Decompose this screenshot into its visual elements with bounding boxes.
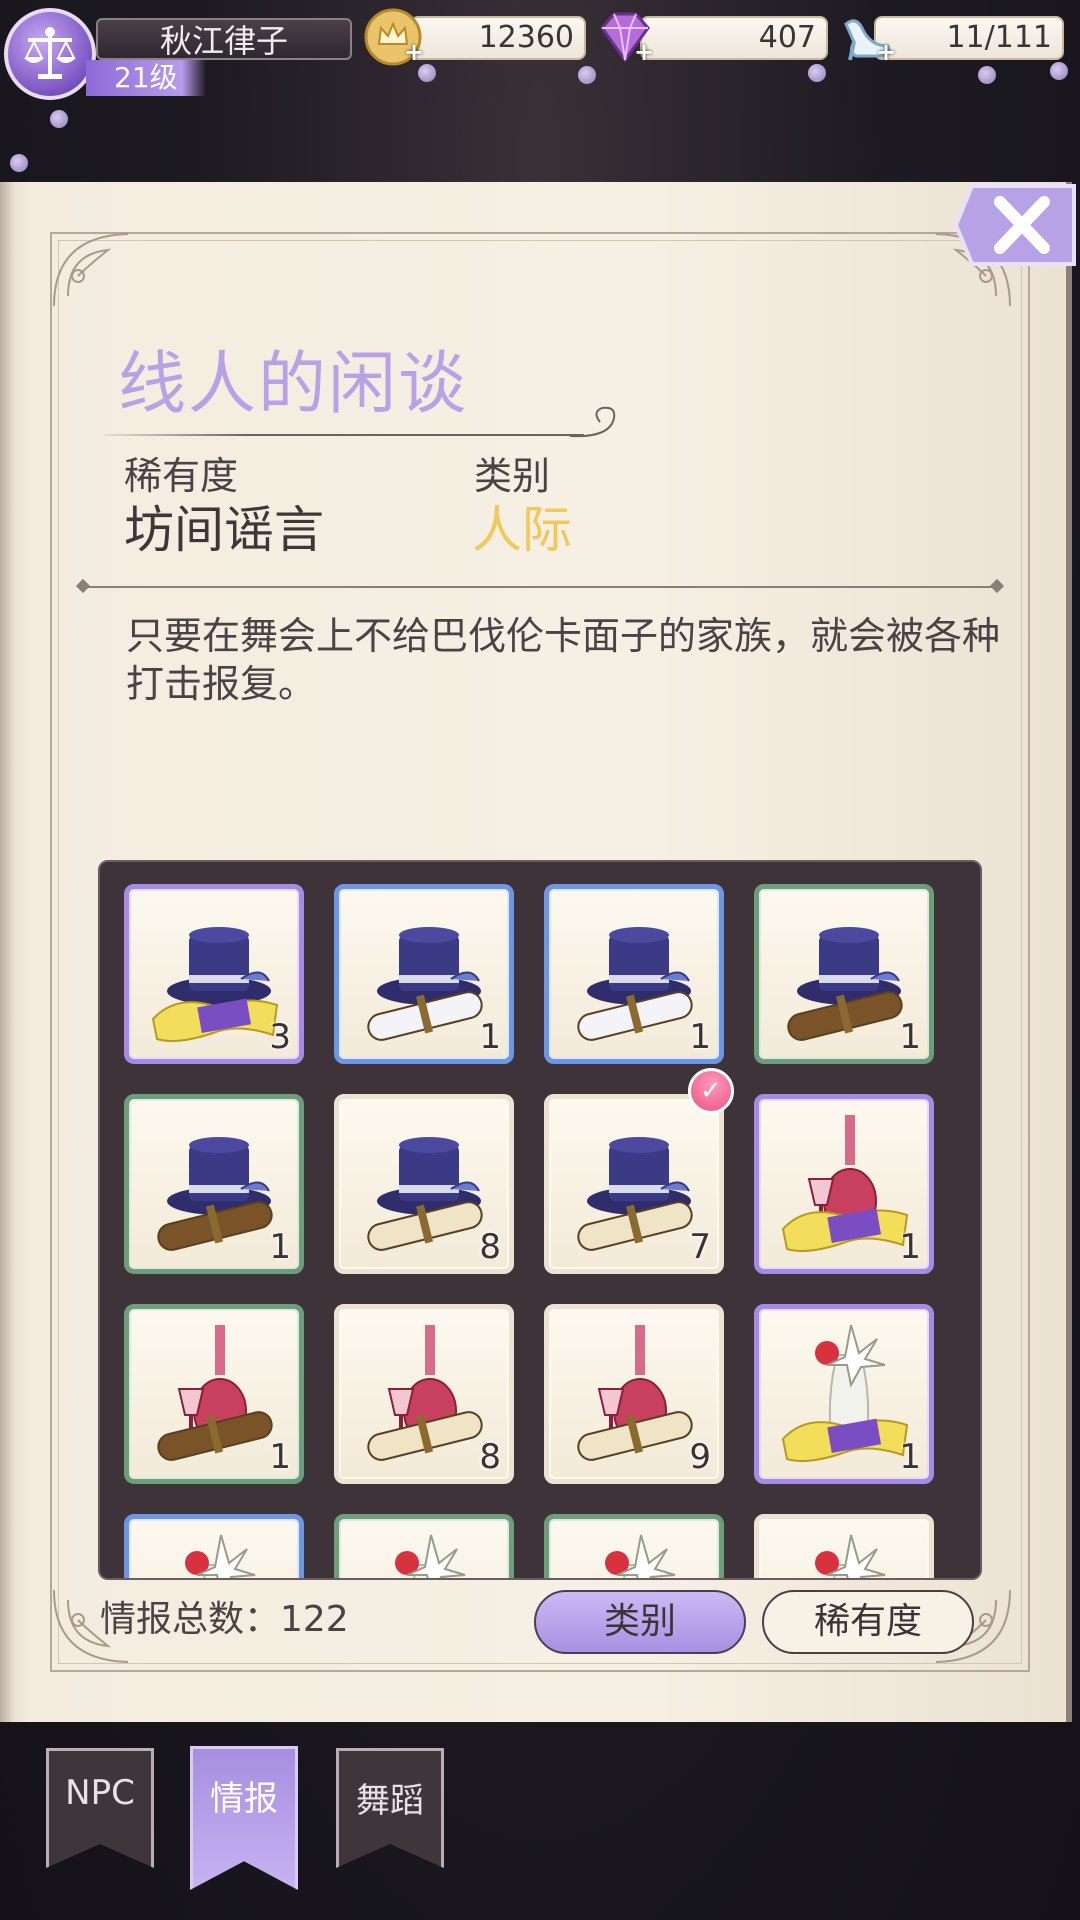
item-description: 只要在舞会上不给巴伐伦卡面子的家族，就会被各种打击报复。	[126, 614, 1001, 706]
rose-ornament	[808, 64, 826, 82]
player-level: 21级	[86, 60, 206, 96]
add-gold-icon[interactable]: +	[404, 38, 424, 66]
add-stamina-icon[interactable]: +	[876, 38, 896, 66]
category-value: 人际	[472, 501, 572, 559]
intel-item-cell[interactable]: 1	[754, 1094, 934, 1274]
top-status-bar: 秋江律子 21级 12360 + 407 + 11/111 +	[0, 0, 1080, 180]
rose-ornament	[578, 66, 596, 84]
flower-vase-icon	[185, 1534, 256, 1578]
item-quantity: 1	[899, 1437, 921, 1477]
flower-vase-icon	[605, 1534, 676, 1578]
intel-item-cell[interactable]: 8	[334, 1304, 514, 1484]
rarity-label: 稀有度	[124, 454, 239, 498]
rose-ornament	[418, 64, 436, 82]
close-icon	[953, 184, 1076, 266]
intel-item-cell[interactable]: 7	[544, 1094, 724, 1274]
item-quantity: 1	[479, 1017, 501, 1057]
intel-item-cell[interactable]: 1	[544, 884, 724, 1064]
intel-item-cell[interactable]	[544, 1514, 724, 1578]
item-quantity: 1	[899, 1227, 921, 1267]
sort-by-category-button[interactable]: 类别	[534, 1590, 746, 1654]
intel-item-cell[interactable]: 1	[754, 1304, 934, 1484]
intel-item-cell[interactable]: 1	[124, 1304, 304, 1484]
item-quantity: 1	[269, 1437, 291, 1477]
flower-vase-icon	[395, 1534, 466, 1578]
item-quantity: 7	[689, 1227, 711, 1267]
sort-by-rarity-button[interactable]: 稀有度	[762, 1590, 974, 1654]
intel-item-cell[interactable]: 1	[124, 1094, 304, 1274]
intel-item-cell[interactable]: 9	[544, 1304, 724, 1484]
item-quantity: 1	[269, 1227, 291, 1267]
item-quantity: 3	[269, 1017, 291, 1057]
stamina-counter: 11/111	[874, 16, 1064, 60]
intel-item-cell[interactable]	[754, 1514, 934, 1578]
title-swirl-ornament	[570, 406, 616, 438]
title-underline	[104, 434, 584, 436]
player-name: 秋江律子	[96, 18, 352, 60]
item-quantity: 1	[689, 1017, 711, 1057]
intel-total-count: 情报总数：122	[100, 1599, 349, 1640]
add-gem-icon[interactable]: +	[634, 38, 654, 66]
item-quantity: 9	[689, 1437, 711, 1477]
item-quantity: 1	[899, 1017, 921, 1057]
rose-ornament	[10, 154, 28, 172]
gold-counter: 12360	[410, 16, 586, 60]
scales-of-justice-icon	[24, 27, 76, 79]
rose-ornament	[1050, 62, 1068, 80]
rose-ornament	[50, 110, 68, 128]
item-quantity: 8	[479, 1227, 501, 1267]
intel-item-cell[interactable]: 1	[754, 884, 934, 1064]
avatar[interactable]	[4, 8, 96, 100]
flower-vase-icon	[815, 1534, 886, 1578]
intel-item-cell[interactable]: 3	[124, 884, 304, 1064]
corner-flourish-ornament	[53, 233, 129, 307]
close-button[interactable]	[952, 180, 1080, 270]
item-quantity: 8	[479, 1437, 501, 1477]
intel-item-cell[interactable]	[334, 1514, 514, 1578]
intel-item-cell[interactable]: 1	[334, 884, 514, 1064]
section-divider	[78, 586, 1002, 588]
category-label: 类别	[474, 454, 551, 498]
rarity-value: 坊间谣言	[124, 501, 324, 559]
intel-item-cell[interactable]: 8	[334, 1094, 514, 1274]
item-title: 线人的闲谈	[118, 345, 469, 424]
rose-ornament	[978, 66, 996, 84]
intel-item-cell[interactable]	[124, 1514, 304, 1578]
gem-counter: 407	[640, 16, 828, 60]
intel-grid-panel[interactable]: 3 1 1 1 1 8 7 ✓ 1 1 8 9 1	[98, 860, 982, 1580]
